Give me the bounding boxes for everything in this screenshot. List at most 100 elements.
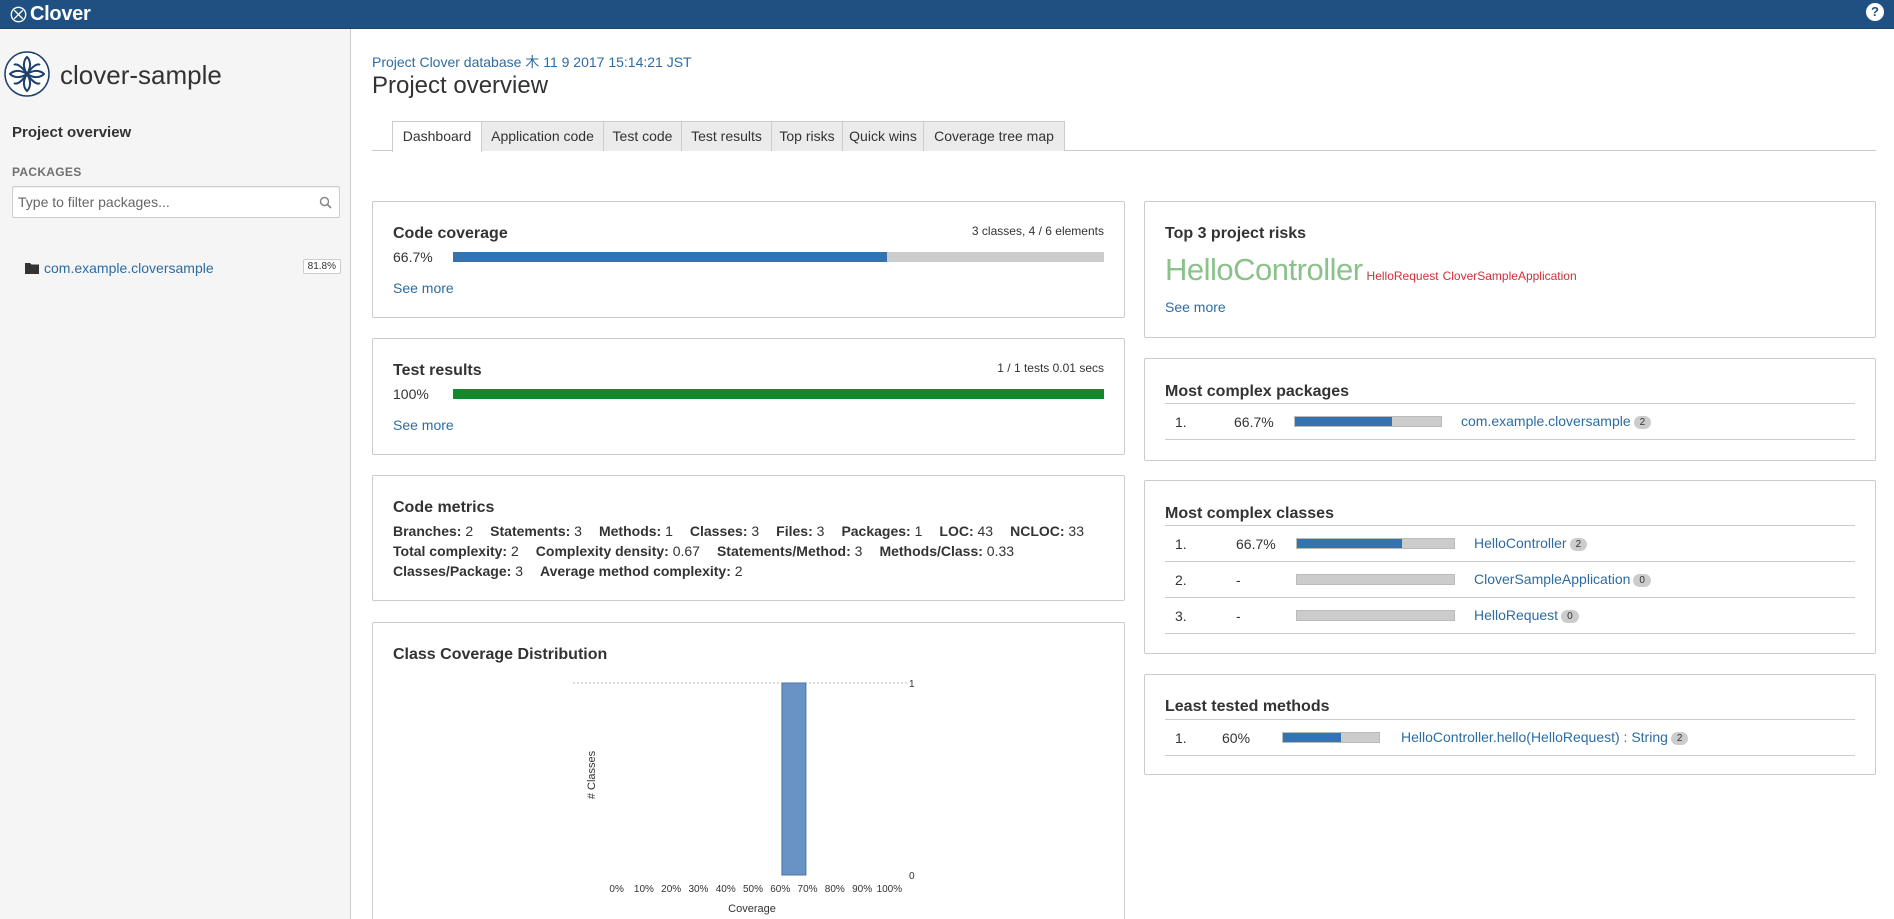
metric-key: Classes: — [689, 523, 748, 539]
complex-classes-title: Most complex classes — [1165, 505, 1334, 522]
metric-key: Packages: — [841, 523, 911, 539]
test-results-see-more-link[interactable]: See more — [393, 417, 454, 433]
tab-coverage-tree-map[interactable]: Coverage tree map — [923, 121, 1065, 151]
complexity-badge: 0 — [1633, 574, 1651, 587]
tab-test-results[interactable]: Test results — [681, 121, 772, 151]
complexity-badge: 2 — [1569, 538, 1588, 551]
metric-item: NCLOC: 33 — [1010, 521, 1084, 541]
row-name[interactable]: HelloRequest — [1474, 607, 1558, 623]
table-row: 1. 60% HelloController.hello(HelloReques… — [1165, 720, 1855, 756]
table-row: 1. 66.7% HelloController 2 — [1165, 526, 1855, 562]
least-tested-methods-panel: Least tested methods 1. 60% HelloControl… — [1144, 674, 1876, 775]
chart-x-tick-label: 20% — [661, 884, 681, 895]
row-name-link[interactable]: com.example.cloversample 2 — [1461, 413, 1652, 429]
row-name-link[interactable]: HelloController.hello(HelloRequest) : St… — [1401, 729, 1689, 745]
metric-value: 2 — [507, 543, 519, 559]
tab-dashboard[interactable]: Dashboard — [392, 121, 482, 152]
row-coverage-bar-fill — [1283, 733, 1341, 742]
metric-key: Files: — [776, 523, 813, 539]
row-name-link[interactable]: HelloController 2 — [1474, 535, 1588, 551]
package-item[interactable]: com.example.cloversample 81.8% — [25, 259, 341, 277]
metric-item: Total complexity: 2 — [393, 541, 519, 561]
row-name-link[interactable]: HelloRequest 0 — [1474, 607, 1579, 623]
table-row: 2. - CloverSampleApplication 0 — [1165, 562, 1855, 598]
row-coverage-bar — [1294, 416, 1442, 427]
metric-key: Statements: — [490, 523, 571, 539]
risk-primary-link[interactable]: HelloController — [1165, 252, 1363, 288]
row-name[interactable]: HelloController — [1474, 535, 1567, 551]
metric-item: Statements: 3 — [490, 521, 582, 541]
metric-key: LOC: — [939, 523, 974, 539]
row-name-link[interactable]: CloverSampleApplication 0 — [1474, 571, 1651, 587]
metric-key: Classes/Package: — [393, 563, 512, 579]
code-coverage-bar — [453, 252, 1104, 262]
package-item-label[interactable]: com.example.cloversample — [44, 260, 214, 276]
row-coverage-bar — [1296, 538, 1455, 549]
code-coverage-panel: Code coverage 3 classes, 4 / 6 elements … — [372, 201, 1125, 318]
test-results-title: Test results — [393, 362, 482, 379]
metric-key: Methods/Class: — [879, 543, 983, 559]
code-coverage-see-more-link[interactable]: See more — [393, 280, 454, 296]
metric-item: Classes/Package: 3 — [393, 561, 523, 581]
brand-logo[interactable]: Clover — [10, 2, 91, 25]
database-line[interactable]: Project Clover database 木 11 9 2017 15:1… — [372, 52, 692, 72]
metric-value: 1 — [661, 523, 673, 539]
row-coverage-bar — [1282, 732, 1380, 743]
row-name[interactable]: HelloController.hello(HelloRequest) : St… — [1401, 729, 1668, 745]
metric-key: Statements/Method: — [716, 543, 851, 559]
top-risks-see-more-link[interactable]: See more — [1165, 299, 1226, 315]
package-filter-input[interactable] — [13, 187, 303, 217]
row-coverage-bar — [1296, 574, 1455, 585]
help-icon[interactable]: ? — [1866, 3, 1884, 21]
metric-value: 43 — [973, 523, 994, 539]
sidebar: clover-sample Project overview PACKAGES … — [0, 29, 351, 919]
chart-x-tick-label: 10% — [634, 884, 654, 895]
metric-key: NCLOC: — [1010, 523, 1065, 539]
chart-x-axis-label: Coverage — [728, 903, 776, 915]
folder-icon — [25, 263, 39, 274]
tab-top-risks[interactable]: Top risks — [771, 121, 843, 151]
row-coverage-bar-fill — [1297, 539, 1402, 548]
metric-value: 3 — [747, 523, 760, 539]
risk-secondary-link[interactable]: CloverSampleApplication — [1443, 269, 1577, 283]
chart-x-tick-label: 30% — [688, 884, 708, 895]
chart-bar — [781, 682, 807, 876]
row-name[interactable]: com.example.cloversample — [1461, 413, 1631, 429]
metric-value: 3 — [511, 563, 523, 579]
top-risks-title: Top 3 project risks — [1165, 225, 1307, 242]
chart-x-tick-label: 100% — [877, 884, 903, 895]
metric-value: 3 — [850, 543, 863, 559]
metric-value: 2 — [730, 563, 743, 579]
metric-item: Files: 3 — [776, 521, 824, 541]
code-metrics-panel: Code metrics Branches: 2 Statements: 3 Met… — [372, 475, 1125, 601]
most-complex-classes-panel: Most complex classes 1. 66.7% HelloContr… — [1144, 480, 1876, 654]
metric-value: 3 — [812, 523, 825, 539]
chart-x-tick-label: 80% — [825, 884, 845, 895]
metric-item: Methods: 1 — [599, 521, 673, 541]
tab-test-code[interactable]: Test code — [603, 121, 682, 151]
row-percent: 66.7% — [1234, 414, 1274, 430]
project-name[interactable]: clover-sample — [60, 60, 222, 91]
metric-item: Branches: 2 — [393, 521, 473, 541]
risk-secondary-link[interactable]: HelloRequest — [1367, 269, 1439, 283]
tab-application-code[interactable]: Application code — [481, 121, 604, 151]
code-coverage-summary: 3 classes, 4 / 6 elements — [971, 224, 1104, 238]
complex-packages-title: Most complex packages — [1165, 383, 1350, 400]
row-percent: - — [1236, 608, 1241, 624]
class-coverage-distribution-panel: Class Coverage Distribution 0% 10% 20% 30% 4… — [372, 622, 1125, 919]
complex-packages-table: 1. 66.7% com.example.cloversample 2 — [1165, 403, 1855, 440]
code-metrics-list: Branches: 2 Statements: 3 Methods: 1 Classe… — [393, 521, 1113, 581]
nav-project-overview[interactable]: Project overview — [12, 124, 131, 141]
chart-y-tick-label: 1 — [909, 679, 915, 690]
tab-quick-wins[interactable]: Quick wins — [842, 121, 924, 151]
metric-key: Branches: — [393, 523, 462, 539]
chart-x-tick-label: 50% — [743, 884, 763, 895]
metric-value: 0.67 — [668, 543, 700, 559]
brand-name: Clover — [30, 2, 91, 25]
metric-item: Statements/Method: 3 — [717, 541, 862, 561]
metric-item: Methods/Class: 0.33 — [879, 541, 1014, 561]
row-name[interactable]: CloverSampleApplication — [1474, 571, 1630, 587]
clover-logo-icon — [4, 51, 50, 97]
test-results-bar — [453, 389, 1104, 399]
chart-y-axis-label: # Classes — [586, 750, 598, 799]
